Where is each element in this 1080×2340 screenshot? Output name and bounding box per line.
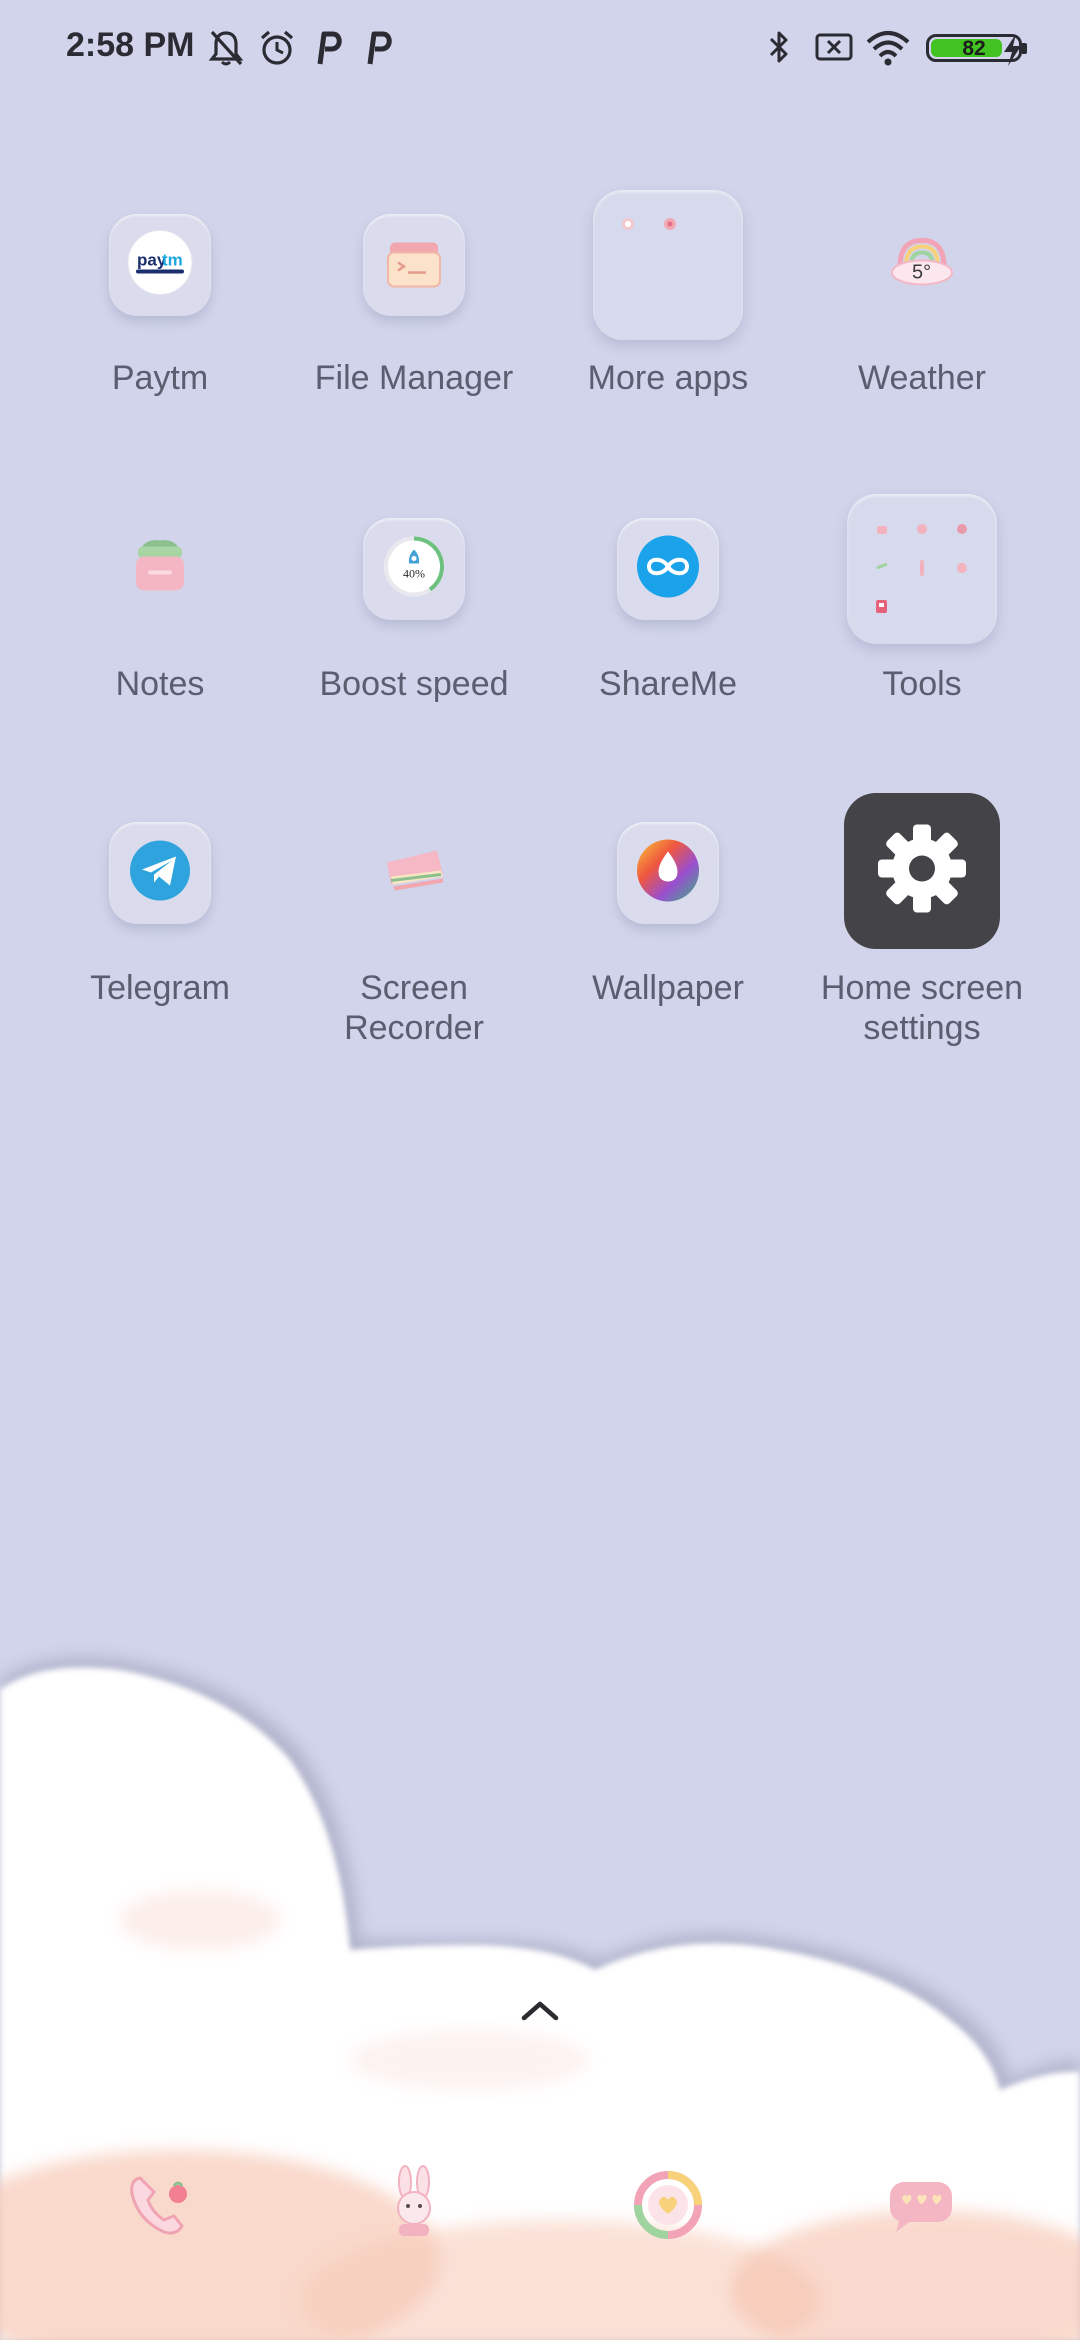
app-weather[interactable]: 5° Weather <box>797 214 1047 404</box>
folder-icon <box>847 494 997 644</box>
folder-tools[interactable]: Tools <box>797 494 1047 708</box>
app-label: File Manager <box>314 359 514 397</box>
app-label: Wallpaper <box>592 969 744 1007</box>
file-manager-icon <box>363 214 465 316</box>
weather-icon: 5° <box>871 214 973 316</box>
app-home-screen-settings[interactable]: Home screen settings <box>797 793 1047 1053</box>
app-boost-speed[interactable]: 40% Boost speed <box>289 518 539 708</box>
bluetooth-icon <box>766 28 792 68</box>
alarm-icon <box>258 28 296 68</box>
app-label: Boost speed <box>319 665 509 703</box>
shareme-icon <box>617 518 719 620</box>
app-label: Weather <box>858 359 986 397</box>
charging-icon <box>1000 30 1024 75</box>
screen-recorder-icon <box>363 822 465 924</box>
wifi-icon <box>866 28 910 68</box>
app-label-line1: Home screen <box>820 969 1024 1007</box>
folder-icon <box>593 190 743 340</box>
p-icon <box>364 28 394 68</box>
svg-text:tm: tm <box>162 251 183 270</box>
settings-gear-icon <box>844 793 1000 949</box>
paytm-icon: pay tm <box>109 214 211 316</box>
app-label-line2: Recorder <box>344 1009 484 1047</box>
camera-icon[interactable] <box>623 2160 713 2250</box>
svg-text:5°: 5° <box>912 262 931 284</box>
app-telegram[interactable]: Telegram <box>35 822 285 1012</box>
p-icon <box>314 28 344 68</box>
messages-icon[interactable] <box>876 2160 966 2250</box>
folder-more-apps[interactable]: More apps <box>543 190 793 404</box>
app-label: Telegram <box>90 969 230 1007</box>
status-bar: 2:58 PM 82 <box>0 0 1080 100</box>
phone-icon[interactable] <box>116 2160 206 2250</box>
app-paytm[interactable]: pay tm Paytm <box>35 214 285 404</box>
app-file-manager[interactable]: File Manager <box>289 214 539 404</box>
app-screen-recorder[interactable]: Screen Recorder <box>289 822 539 1052</box>
app-shareme[interactable]: ShareMe <box>543 518 793 708</box>
bunny-icon[interactable] <box>369 2160 459 2250</box>
folder-label: More apps <box>587 359 749 397</box>
app-label: Notes <box>115 665 205 703</box>
status-time: 2:58 PM <box>66 26 195 64</box>
no-sim-icon <box>814 28 854 68</box>
wallpaper-icon <box>617 822 719 924</box>
app-wallpaper[interactable]: Wallpaper <box>543 822 793 1012</box>
telegram-icon <box>109 822 211 924</box>
folder-label: Tools <box>882 665 962 703</box>
boost-speed-icon: 40% <box>363 518 465 620</box>
app-notes[interactable]: Notes <box>35 518 285 708</box>
app-label: ShareMe <box>599 665 737 703</box>
app-label-line1: Screen <box>360 969 468 1007</box>
app-label-line2: settings <box>863 1009 981 1047</box>
notifications-muted-icon <box>208 28 244 68</box>
app-label: Paytm <box>111 359 209 397</box>
app-drawer-chevron-up-icon[interactable] <box>518 1996 562 2029</box>
notes-icon <box>109 518 211 620</box>
svg-text:40%: 40% <box>403 567 425 581</box>
